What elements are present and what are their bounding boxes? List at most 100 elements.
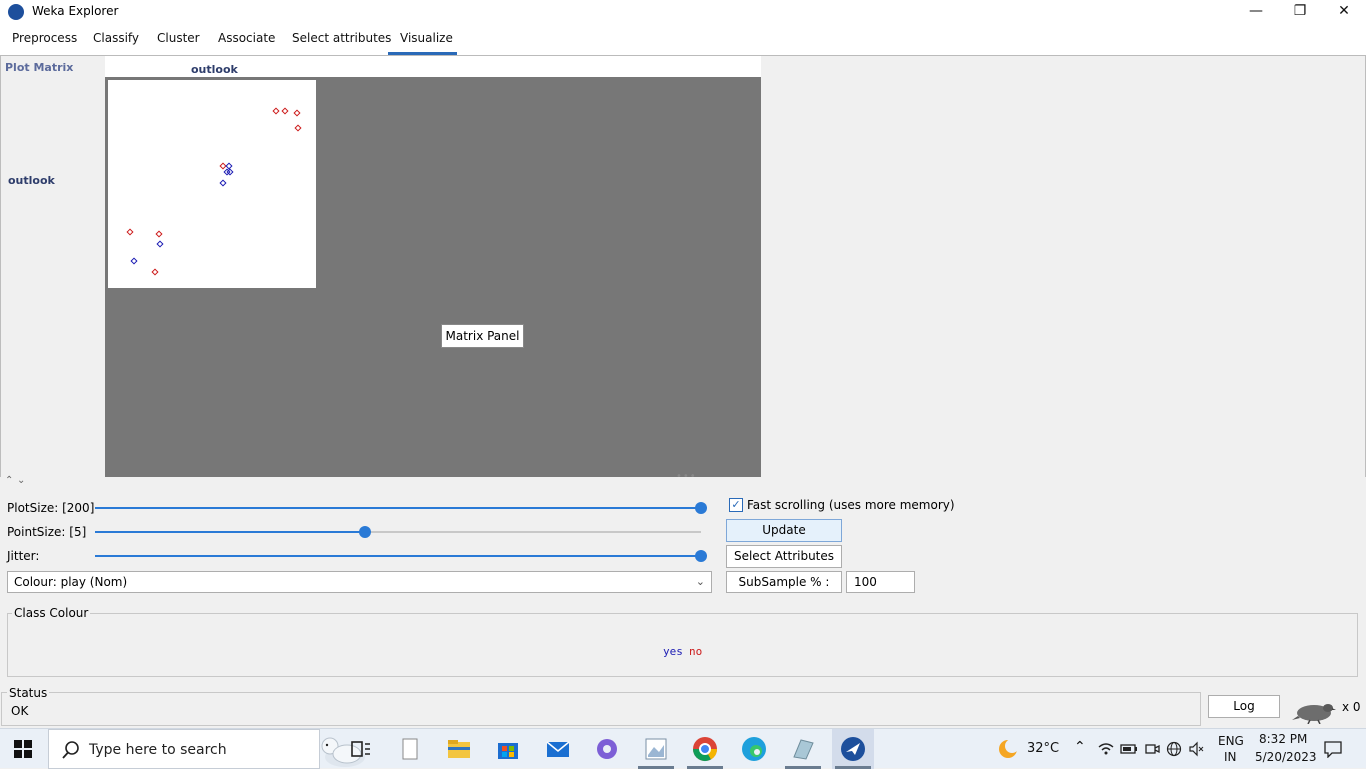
class-colour-title: Class Colour [12, 606, 91, 620]
status-panel: Status OK [1, 686, 1201, 726]
subsample-input[interactable]: 100 [846, 571, 915, 593]
point-size-label: PointSize: [5] [7, 525, 87, 539]
minimize-button[interactable]: — [1234, 0, 1278, 24]
file-explorer-icon[interactable] [445, 735, 473, 763]
jitter-label: Jitter: [7, 549, 40, 563]
notes-app-icon[interactable] [789, 735, 817, 763]
language-indicator[interactable]: ENG [1218, 734, 1244, 748]
task-count: x 0 [1342, 700, 1361, 714]
column-attribute-label: outlook [191, 63, 238, 76]
weather-temperature[interactable]: 32°C [1027, 741, 1059, 756]
data-point-yes[interactable] [219, 179, 227, 187]
status-title: Status [7, 686, 50, 700]
colour-select-value: Colour: play (Nom) [14, 575, 128, 589]
select-attributes-button[interactable]: Select Attributes [726, 545, 842, 568]
wifi-icon[interactable] [1098, 741, 1114, 757]
weka-bird-icon[interactable] [1290, 698, 1336, 724]
edge-icon[interactable] [740, 735, 768, 763]
jitter-slider[interactable] [95, 549, 707, 563]
microsoft-store-icon[interactable] [494, 735, 522, 763]
split-divider[interactable]: ⌃ ⌄ ••• [0, 471, 1366, 486]
task-view-icon[interactable] [346, 735, 374, 763]
show-hidden-icons-chevron-icon[interactable]: ⌃ [1074, 739, 1086, 755]
notifications-icon[interactable] [1324, 740, 1342, 758]
tab-associate[interactable]: Associate [218, 31, 275, 45]
data-point-yes[interactable] [130, 257, 138, 265]
plot-size-label: PlotSize: [200] [7, 501, 95, 515]
collapse-down-icon[interactable]: ⌄ [17, 475, 25, 486]
active-tab-indicator [388, 52, 457, 55]
scatter-plot-svg [126, 107, 302, 276]
data-point-yes[interactable] [225, 162, 233, 170]
mail-icon[interactable] [544, 735, 572, 763]
region-indicator[interactable]: IN [1224, 750, 1237, 764]
plot-size-slider[interactable] [95, 501, 707, 515]
battery-icon[interactable] [1120, 742, 1138, 756]
close-button[interactable]: ✕ [1322, 0, 1366, 24]
search-placeholder: Type here to search [89, 742, 227, 758]
tab-cluster[interactable]: Cluster [157, 31, 200, 45]
data-point-no[interactable] [272, 107, 280, 115]
clock-time[interactable]: 8:32 PM [1259, 732, 1307, 746]
legend-yes[interactable]: yes [663, 645, 683, 658]
tab-classify[interactable]: Classify [93, 31, 139, 45]
taskbar-search-box[interactable]: Type here to search [48, 729, 365, 769]
volume-muted-icon[interactable] [1188, 741, 1204, 757]
status-text: OK [11, 704, 29, 718]
data-point-no[interactable] [151, 268, 159, 276]
drag-handle-icon[interactable]: ••• [676, 471, 697, 482]
subsample-button[interactable]: SubSample % : [726, 571, 842, 593]
fast-scrolling-label: Fast scrolling (uses more memory) [747, 498, 955, 512]
slider-thumb[interactable] [695, 550, 707, 562]
slider-fill [95, 507, 701, 509]
class-colour-panel: Class Colour yes no [7, 606, 1358, 677]
data-point-no[interactable] [281, 107, 289, 115]
slider-thumb[interactable] [359, 526, 371, 538]
collapse-up-icon[interactable]: ⌃ [5, 475, 13, 486]
log-button[interactable]: Log [1208, 695, 1280, 718]
matrix-panel-tooltip: Matrix Panel [441, 324, 524, 348]
image-viewer-icon[interactable] [642, 735, 670, 763]
matrix-panel: Matrix Panel [105, 77, 761, 477]
slider-thumb[interactable] [695, 502, 707, 514]
windows-taskbar: Type here to search 32°C ⌃ ENG IN 8:32 P… [0, 728, 1366, 769]
slider-fill [95, 555, 701, 557]
data-point-no[interactable] [219, 162, 227, 170]
weka-app-icon [8, 4, 24, 20]
notepad-icon[interactable] [396, 735, 424, 763]
network-globe-icon[interactable] [1166, 741, 1182, 757]
clock-date[interactable]: 5/20/2023 [1255, 750, 1317, 764]
tab-select-attributes[interactable]: Select attributes [292, 31, 391, 45]
slider-fill [95, 531, 365, 533]
chrome-icon[interactable] [691, 735, 719, 763]
chevron-down-icon: ⌄ [695, 575, 705, 588]
point-size-slider[interactable] [95, 525, 705, 539]
update-button[interactable]: Update [726, 519, 842, 542]
fast-scrolling-checkbox[interactable]: ✓ [729, 498, 743, 512]
row-attribute-label: outlook [8, 174, 55, 187]
plot-matrix-area: Plot Matrix outlook outlook Matrix Panel [0, 56, 1366, 477]
matrix-cell-outlook-outlook[interactable] [108, 80, 316, 288]
title-bar: Weka Explorer — ❐ ✕ [0, 0, 1366, 24]
window-title: Weka Explorer [32, 4, 119, 18]
data-point-yes[interactable] [156, 240, 164, 248]
tab-visualize[interactable]: Visualize [400, 31, 453, 45]
search-icon [62, 741, 79, 759]
windows-start-icon[interactable] [14, 740, 32, 758]
legend-no[interactable]: no [689, 645, 702, 658]
weka-taskbar-button[interactable] [832, 729, 874, 769]
data-point-no[interactable] [293, 109, 301, 117]
data-point-no[interactable] [126, 228, 134, 236]
weka-taskbar-icon [841, 737, 865, 761]
office-hub-icon[interactable] [593, 735, 621, 763]
weather-moon-icon[interactable] [996, 737, 1020, 761]
tab-bar: Preprocess Classify Cluster Associate Se… [0, 24, 1366, 56]
colour-attribute-select[interactable]: Colour: play (Nom) ⌄ [7, 571, 712, 593]
column-header: outlook [105, 56, 761, 77]
meet-now-icon[interactable] [1144, 741, 1160, 757]
data-point-no[interactable] [294, 124, 302, 132]
plot-matrix-label: Plot Matrix [5, 61, 74, 74]
tab-preprocess[interactable]: Preprocess [12, 31, 77, 45]
maximize-button[interactable]: ❐ [1278, 0, 1322, 24]
data-point-no[interactable] [155, 230, 163, 238]
